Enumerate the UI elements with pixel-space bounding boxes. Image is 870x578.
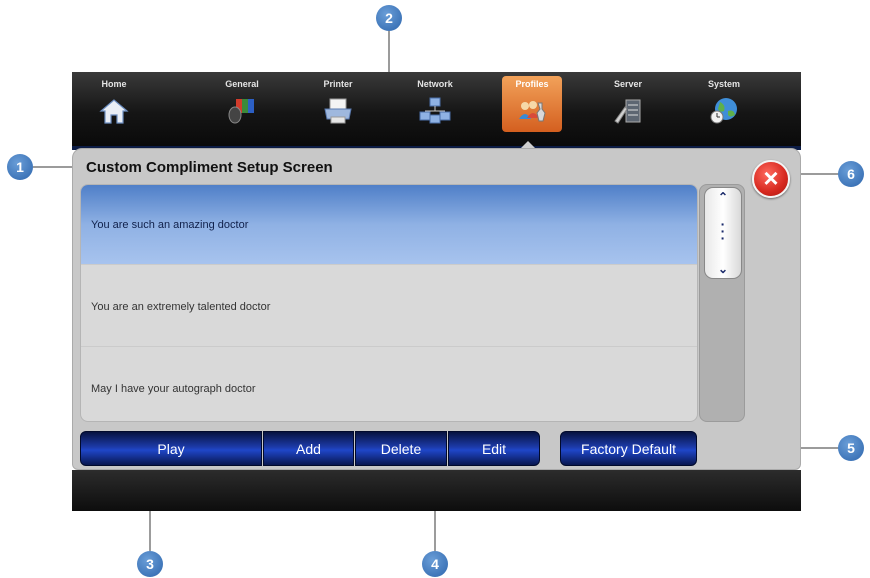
nav-item-label: Server	[613, 79, 643, 89]
callout-6: 6	[838, 161, 864, 187]
callout-1: 1	[7, 154, 33, 180]
printer-icon	[322, 97, 354, 125]
nav-item-home[interactable]: Home	[84, 72, 144, 142]
list-item-text: May I have your autograph doctor	[91, 383, 256, 395]
callout-4: 4	[422, 551, 448, 577]
list-item[interactable]: You are an extremely talented doctor	[81, 267, 697, 347]
scroll-grip-icon: · · ·	[720, 216, 726, 246]
nav-item-label: Printer	[323, 79, 353, 89]
callout-3: 3	[137, 551, 163, 577]
system-globe-icon	[708, 97, 740, 125]
edit-button[interactable]: Edit	[448, 431, 540, 466]
list-item-text: You are such an amazing doctor	[91, 219, 249, 231]
close-icon: ×	[763, 163, 779, 193]
home-icon	[98, 97, 130, 125]
factory-default-button[interactable]: Factory Default	[560, 431, 697, 466]
list-item[interactable]: May I have your autograph doctor	[81, 349, 697, 421]
nav-item-label: General	[225, 79, 259, 89]
network-icon	[419, 97, 451, 125]
active-tab-caret	[521, 141, 535, 148]
page-title: Custom Compliment Setup Screen	[86, 159, 333, 176]
nav-item-label: Profiles	[515, 79, 549, 89]
play-button[interactable]: Play	[80, 431, 262, 466]
close-button[interactable]: ×	[752, 160, 790, 198]
bottom-bar	[72, 470, 801, 511]
scrollbar-thumb[interactable]: ⌃ · · · ⌄	[704, 187, 742, 279]
nav-item-profiles[interactable]: Profiles	[502, 76, 562, 132]
list-item[interactable]: You are such an amazing doctor	[81, 185, 697, 265]
nav-item-server[interactable]: Server	[598, 72, 658, 142]
top-nav: Home General Printer Network Profiles Se…	[72, 72, 801, 150]
callout-2: 2	[376, 5, 402, 31]
nav-item-general[interactable]: General	[212, 72, 272, 142]
scroll-down-icon[interactable]: ⌄	[705, 262, 741, 276]
nav-item-label: Network	[417, 79, 453, 89]
nav-item-system[interactable]: System	[694, 72, 754, 142]
delete-button[interactable]: Delete	[355, 431, 447, 466]
nav-item-network[interactable]: Network	[405, 72, 465, 142]
callout-5: 5	[838, 435, 864, 461]
list-item-text: You are an extremely talented doctor	[91, 301, 271, 313]
scroll-up-icon[interactable]: ⌃	[705, 190, 741, 204]
nav-item-printer[interactable]: Printer	[308, 72, 368, 142]
nav-item-label: Home	[101, 79, 127, 89]
compliment-list: You are such an amazing doctor You are a…	[80, 184, 698, 422]
profiles-icon	[516, 97, 548, 125]
server-icon	[612, 97, 644, 125]
add-button[interactable]: Add	[263, 431, 354, 466]
general-icon	[226, 97, 258, 125]
nav-item-label: System	[707, 79, 741, 89]
